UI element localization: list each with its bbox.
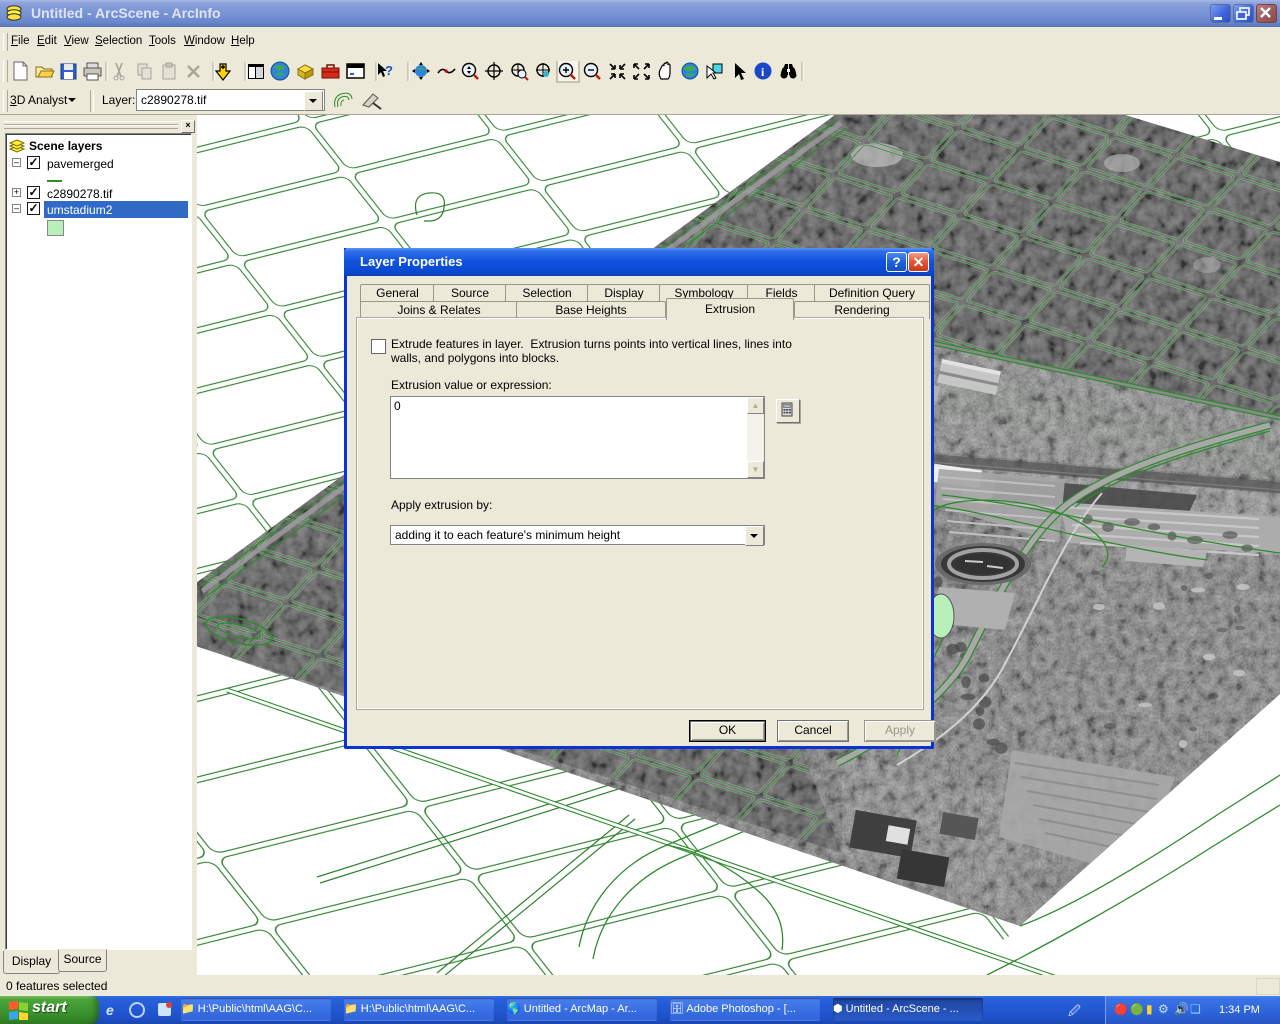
svg-text:e: e bbox=[106, 1002, 114, 1018]
svg-text:?: ? bbox=[385, 63, 393, 78]
